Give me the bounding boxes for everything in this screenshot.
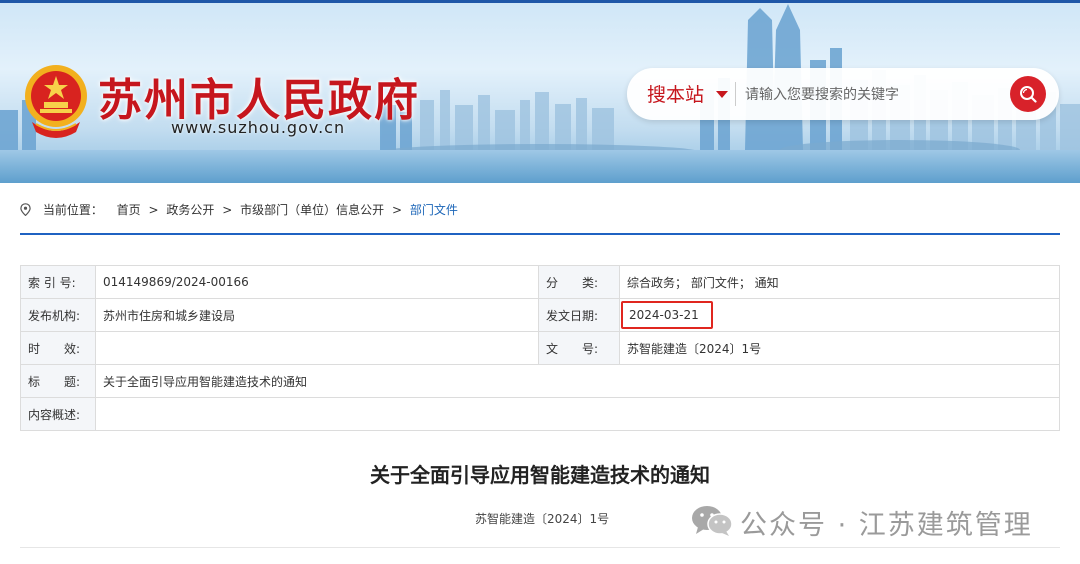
breadcrumb-gov-affairs[interactable]: 政务公开 [166,203,214,217]
index-value: 014149869/2024-00166 [95,265,539,299]
table-row: 内容概述: [20,397,1060,431]
search-input[interactable] [743,82,1007,108]
table-row: 发布机构: 苏州市住房和城乡建设局 发文日期: 2024-03-21 [20,298,1060,332]
date-label: 发文日期: [538,298,620,332]
breadcrumb-divider [20,233,1060,235]
document-title: 关于全面引导应用智能建造技术的通知 [370,463,710,487]
publisher-value: 苏州市住房和城乡建设局 [95,298,539,332]
table-row: 索 引 号: 014149869/2024-00166 分 类: 综合政务； 部… [20,265,1060,299]
caret-down-icon[interactable] [716,91,728,98]
search-scope-dropdown[interactable]: 搜本站 [647,80,704,107]
title-label: 标 题: [20,364,96,398]
title-value: 关于全面引导应用智能建造技术的通知 [95,364,1060,398]
content-divider [20,547,1060,548]
table-row: 标 题: 关于全面引导应用智能建造技术的通知 [20,364,1060,398]
header-banner: 苏州市人民政府 www.suzhou.gov.cn 搜本站 [0,0,1080,183]
validity-label: 时 效: [20,331,96,365]
table-row: 时 效: 文 号: 苏智能建造〔2024〕1号 [20,331,1060,365]
search-icon [1020,86,1037,103]
category-label: 分 类: [538,265,620,299]
location-pin-icon [20,203,31,216]
validity-value [95,331,539,365]
watermark-text: 公众号 · 江苏建筑管理 [740,510,1033,541]
summary-value [95,397,1060,431]
breadcrumb-prefix: 当前位置： [42,203,103,217]
summary-label: 内容概述: [20,397,96,431]
wechat-icon [692,506,733,536]
category-value: 综合政务； 部门文件； 通知 [619,265,1060,299]
doc-number-label: 文 号: [538,331,620,365]
document-number: 苏智能建造〔2024〕1号 [475,512,610,526]
date-cell: 2024-03-21 [619,298,1060,332]
water-band [0,150,1080,183]
index-label: 索 引 号: [20,265,96,299]
document-info-table: 索 引 号: 014149869/2024-00166 分 类: 综合政务； 部… [20,265,1060,431]
search-divider [735,82,736,106]
search-button[interactable] [1010,76,1046,112]
site-url[interactable]: www.suzhou.gov.cn [171,118,345,137]
breadcrumb-separator: > [391,203,403,217]
national-emblem-icon [25,65,87,138]
publisher-label: 发布机构: [20,298,96,332]
date-value: 2024-03-21 [621,301,713,329]
doc-number-value: 苏智能建造〔2024〕1号 [619,331,1060,365]
breadcrumb-separator: > [222,203,233,217]
breadcrumb-home[interactable]: 首页 [117,203,141,217]
breadcrumb: 当前位置： 首页 > 政务公开 > 市级部门（单位）信息公开 > 部门文件 [20,201,462,218]
breadcrumb-department-files[interactable]: 部门文件 [410,203,458,217]
breadcrumb-city-departments[interactable]: 市级部门（单位）信息公开 [240,203,384,217]
breadcrumb-separator: > [148,203,159,217]
search-box: 搜本站 [627,68,1059,120]
